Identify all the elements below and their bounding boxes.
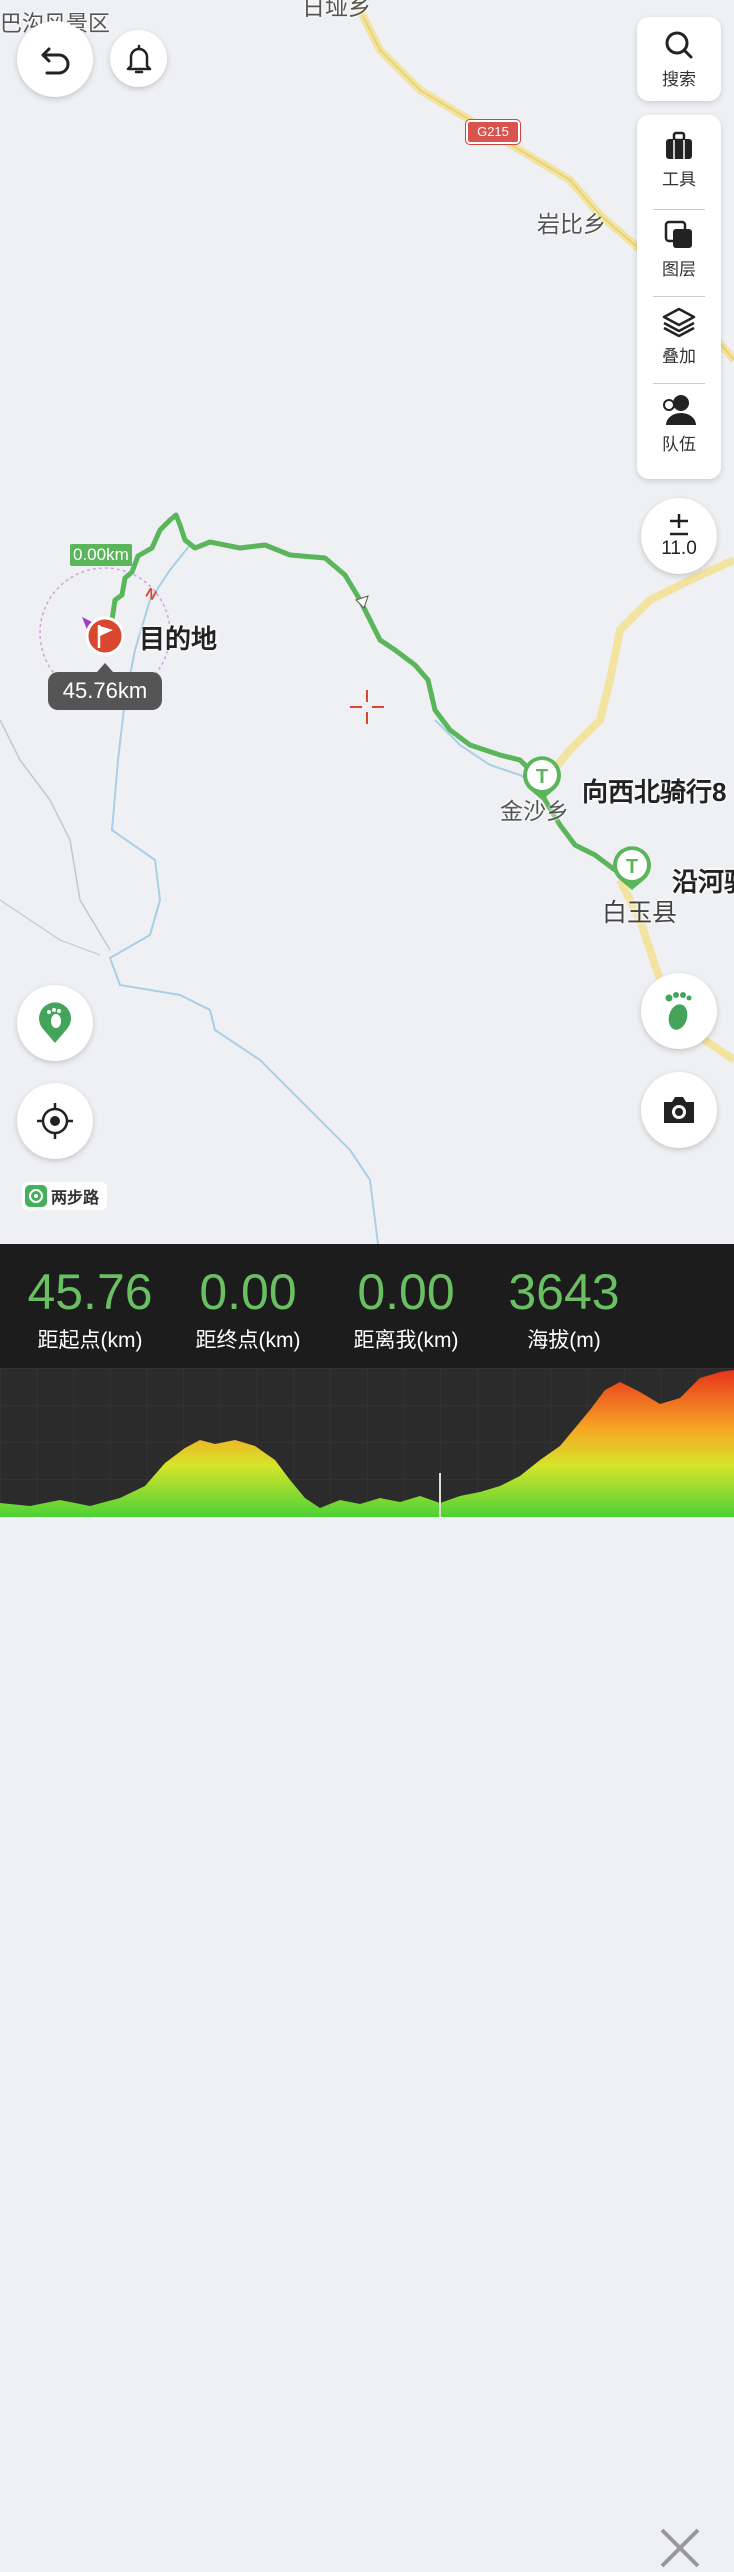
footprint-pin-icon	[39, 1002, 71, 1043]
svg-text:T: T	[536, 766, 548, 788]
place-label: 金沙乡	[500, 798, 569, 824]
team-button[interactable]: 队伍	[637, 380, 721, 467]
boundary-line	[0, 719, 111, 951]
road-sign: G215	[465, 119, 521, 145]
stat-label: 距终点(km)	[195, 1329, 301, 1352]
zoom-level: 11.0	[661, 538, 697, 559]
layers-label: 图层	[662, 260, 696, 279]
svg-text:T: T	[626, 856, 638, 878]
stat-label: 海拔(m)	[527, 1329, 601, 1352]
start-distance-tag: 0.00km	[70, 544, 132, 566]
crosshair	[350, 690, 384, 724]
tools-label: 工具	[662, 170, 696, 189]
notification-button[interactable]	[110, 30, 167, 87]
team-label: 队伍	[662, 435, 696, 454]
stat-value: 3643	[508, 1264, 620, 1320]
elevation-chart	[0, 1368, 734, 1517]
svg-text:N: N	[143, 584, 160, 603]
toolbox-icon	[666, 131, 692, 159]
waypoint-label[interactable]: 向西北骑行8	[582, 772, 726, 809]
stat-to-end: 0.00 距终点(km)	[168, 1244, 328, 1354]
brand-name: 两步路	[51, 1190, 100, 1207]
footprint-icon	[665, 992, 692, 1030]
tools-button[interactable]: 工具	[637, 117, 721, 204]
footprint-button[interactable]	[641, 973, 717, 1049]
overlay-label: 叠加	[662, 347, 696, 366]
track-record-button[interactable]	[17, 985, 93, 1061]
overlay-stack-icon	[662, 307, 696, 338]
stat-label: 距起点(km)	[37, 1329, 143, 1352]
close-icon[interactable]	[656, 2524, 704, 2572]
elevation-profile[interactable]	[0, 1368, 734, 1517]
zoom-control[interactable]: 11.0	[641, 498, 717, 574]
map-view[interactable]: N T T 巴沟风景区 日垭乡 岩比乡 金沙乡 白玉县 G215 0.00km …	[0, 0, 734, 1244]
place-label: 日垭乡	[302, 0, 371, 20]
brand-logo-icon	[25, 1185, 47, 1207]
stat-from-start: 45.76 距起点(km)	[10, 1244, 170, 1354]
place-label: 岩比乡	[537, 211, 606, 237]
camera-button[interactable]	[641, 1072, 717, 1148]
stat-label: 距离我(km)	[353, 1329, 459, 1352]
brand-watermark: 两步路	[22, 1182, 108, 1210]
layers-button[interactable]: 图层	[637, 206, 721, 293]
layers-icon	[664, 220, 692, 248]
stat-value: 45.76	[27, 1264, 153, 1320]
overlay-button[interactable]: 叠加	[637, 293, 721, 380]
search-label: 搜索	[662, 69, 696, 89]
stat-value: 0.00	[199, 1264, 297, 1320]
destination-distance-bubble[interactable]: 45.76km	[48, 663, 162, 710]
locate-me-button[interactable]	[17, 1083, 93, 1159]
stat-from-me: 0.00 距离我(km)	[326, 1244, 486, 1354]
back-arrow-icon	[41, 47, 70, 75]
destination-pin	[85, 616, 125, 656]
road-east	[541, 556, 734, 783]
place-label: 白玉县	[602, 899, 678, 927]
team-person-icon	[663, 395, 696, 425]
zoom-plus-minus-icon	[669, 514, 688, 536]
locate-crosshair-icon	[37, 1103, 73, 1139]
back-button[interactable]	[17, 21, 93, 97]
map-base: N T T	[0, 0, 734, 1244]
track-stats-panel: 45.76 距起点(km) 0.00 距终点(km) 0.00 距离我(km) …	[0, 1244, 734, 2568]
stat-altitude: 3643 海拔(m)	[484, 1244, 644, 1354]
waypoint-label[interactable]: 沿河骑	[672, 862, 734, 899]
search-icon	[665, 31, 693, 58]
bell-icon	[126, 44, 151, 73]
stat-value: 0.00	[357, 1264, 455, 1320]
toolbar-panel: 工具 图层 叠加 队伍	[637, 115, 721, 479]
destination-label[interactable]: 目的地	[139, 619, 217, 656]
camera-icon	[664, 1097, 694, 1123]
search-button[interactable]: 搜索	[637, 17, 721, 101]
